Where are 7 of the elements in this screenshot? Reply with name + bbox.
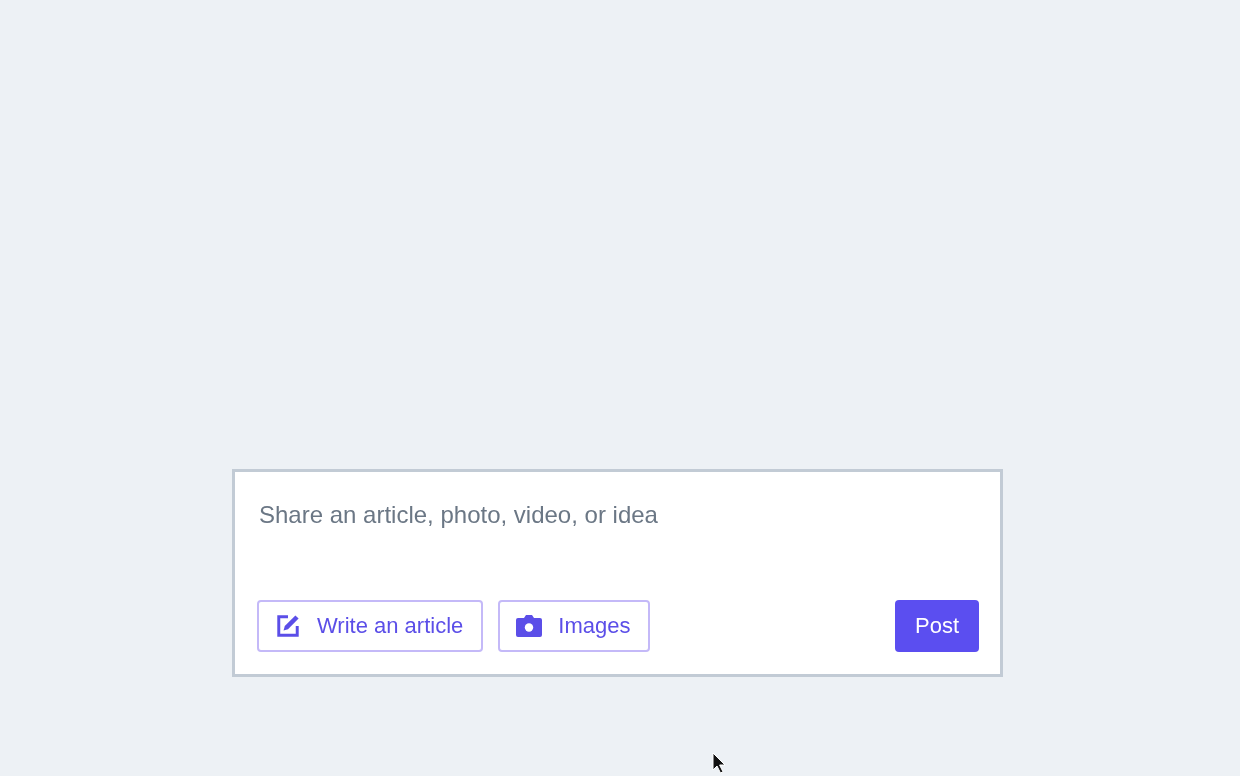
mouse-pointer-icon: [712, 752, 726, 774]
images-button[interactable]: Images: [498, 600, 651, 652]
edit-icon: [275, 614, 301, 638]
camera-icon: [516, 614, 543, 638]
write-article-button[interactable]: Write an article: [257, 600, 484, 652]
post-button[interactable]: Post: [895, 600, 979, 652]
post-composer-box[interactable]: Share an article, photo, video, or idea Write an article Images Post: [232, 469, 1003, 677]
